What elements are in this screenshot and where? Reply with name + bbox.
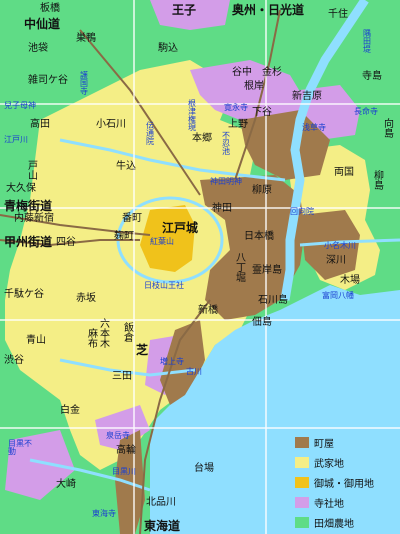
legend-label-townhouse: 町屋 [314, 438, 334, 450]
legend-label-farmland: 田畑農地 [314, 518, 354, 530]
label-kojimachi: 麹町 [114, 231, 134, 242]
label-zoshigaya: 雑司ケ谷 [28, 75, 68, 86]
label-terajima: 寺島 [362, 71, 382, 82]
label-ryogoku: 両国 [334, 167, 354, 178]
label-tokaido: 東海道 [144, 519, 181, 533]
label-chomeiji: 長命寺 [354, 107, 378, 116]
label-onagi-river: 小名木川 [324, 241, 356, 250]
label-kishimojin: 兒子母神 [4, 101, 36, 110]
label-tsukudajima: 佃島 [252, 317, 272, 328]
map-legend: 町屋 武家地 御城・御用地 寺社地 田畑農地 [295, 432, 399, 532]
label-shibuya: 渋谷 [4, 355, 24, 366]
label-sendagaya: 千駄ケ谷 [4, 289, 44, 300]
label-kanasugi: 金杉 [262, 67, 282, 78]
label-koshu-kaido: 甲州街道 [4, 235, 53, 249]
label-naito-shinjuku: 内藤新宿 [14, 213, 54, 224]
label-akasaka: 赤坂 [76, 293, 96, 304]
label-yanaka: 谷中 [232, 67, 252, 78]
label-sugamo: 巣鴨 [76, 33, 96, 44]
legend-item-farmland: 田畑農地 [295, 512, 399, 532]
legend-item-temple: 寺社地 [295, 492, 399, 512]
label-oshu-nikko-road: 奥州・日光道 [232, 3, 305, 17]
label-hacchobori: 八丁堀 [236, 253, 246, 284]
label-shitaya: 下谷 [252, 107, 272, 118]
label-iigura: 飯倉 [124, 323, 134, 344]
label-hongo: 本郷 [192, 133, 212, 144]
label-denzuin: 伝通院 [146, 121, 154, 146]
label-shimbashi: 新橋 [198, 305, 218, 316]
label-negishi: 根岸 [244, 81, 264, 92]
label-ishikawajima: 石川島 [258, 295, 288, 306]
label-shin-yoshiwara: 新吉原 [292, 91, 322, 102]
label-meguro-river: 目黒川 [112, 467, 136, 476]
label-eko-in: 回向院 [290, 207, 314, 216]
label-nakasendo: 中仙道 [24, 17, 61, 31]
label-senju: 千住 [328, 9, 348, 20]
label-edo-castle: 江戸城 [162, 221, 199, 235]
label-komagome: 駒込 [158, 43, 178, 54]
label-sensoji: 浅草寺 [302, 123, 326, 132]
label-yanagishima: 柳島 [374, 171, 384, 192]
label-kaneiji: 寛永寺 [224, 103, 248, 112]
label-yotsuya: 四谷 [56, 237, 76, 248]
label-mukojima: 向島 [384, 119, 394, 140]
label-okubo: 大久保 [6, 183, 36, 194]
label-sengakuji: 泉岳寺 [106, 431, 130, 440]
legend-label-castle: 御城・御用地 [314, 478, 374, 490]
label-kanda: 神田 [212, 203, 232, 214]
label-azabu: 麻布 [88, 329, 98, 350]
label-sumida-tsutsumi: 隅田堤 [363, 29, 371, 54]
label-meguro-fudo: 目黒不動 [8, 439, 32, 456]
label-ikebukuro: 池袋 [28, 43, 48, 54]
label-kita-shinagawa: 北品川 [146, 497, 176, 508]
legend-swatch-samurai [295, 456, 309, 468]
label-reiganjima: 霊岸島 [252, 265, 282, 276]
label-takata: 高田 [30, 119, 50, 130]
label-furukawa: 古川 [186, 367, 202, 376]
legend-item-samurai: 武家地 [295, 452, 399, 472]
label-nezu-gongen: 根津権現 [188, 99, 196, 132]
label-daiba: 台場 [194, 463, 214, 474]
label-toyama: 戸山 [28, 161, 38, 182]
label-takanawa: 高輪 [116, 445, 136, 456]
label-edogawa: 江戸川 [4, 135, 28, 144]
label-momijiyama: 紅葉山 [150, 237, 174, 246]
label-tomioka-hachiman: 富岡八幡 [322, 291, 354, 300]
label-gokokuji: 護国寺 [80, 71, 88, 96]
legend-item-townhouse: 町屋 [295, 432, 399, 452]
label-shirogane: 白金 [60, 405, 80, 416]
label-shinobazu-pond: 不忍池 [222, 131, 230, 156]
label-kanda-myojin: 神田明神 [210, 177, 242, 186]
label-yanagihara: 柳原 [252, 185, 272, 196]
edo-map[interactable]: 王子 奥州・日光道 千住 板橋 中仙道 巣鴨 池袋 駒込 隅田堤 雑司ケ谷 護国… [0, 0, 400, 534]
legend-swatch-farmland [295, 516, 309, 528]
label-zojoji: 増上寺 [160, 357, 184, 366]
label-ushigome: 牛込 [116, 161, 136, 172]
label-sanno-shrine: 日枝山王社 [144, 281, 184, 290]
label-osaki: 大崎 [56, 479, 76, 490]
label-ome-kaido: 青梅街道 [4, 199, 53, 213]
legend-label-samurai: 武家地 [314, 458, 344, 470]
label-oji: 王子 [172, 3, 197, 17]
label-itabashi: 板橋 [40, 3, 60, 14]
label-roppongi: 六本木 [100, 319, 110, 350]
label-aoyama: 青山 [26, 335, 46, 346]
legend-swatch-castle [295, 476, 309, 488]
label-kiba: 木場 [340, 275, 360, 286]
label-tokaiji: 東海寺 [92, 509, 116, 518]
label-bancho: 番町 [122, 213, 142, 224]
label-nihonbashi: 日本橋 [244, 231, 274, 242]
label-ueno: 上野 [228, 119, 248, 130]
legend-swatch-townhouse [295, 436, 309, 448]
legend-label-temple: 寺社地 [314, 498, 344, 510]
legend-swatch-temple [295, 496, 309, 508]
label-koishikawa: 小石川 [96, 119, 126, 130]
label-fukagawa: 深川 [326, 255, 346, 266]
label-shiba: 芝 [136, 343, 149, 357]
legend-item-castle: 御城・御用地 [295, 472, 399, 492]
label-mita: 三田 [112, 371, 132, 382]
